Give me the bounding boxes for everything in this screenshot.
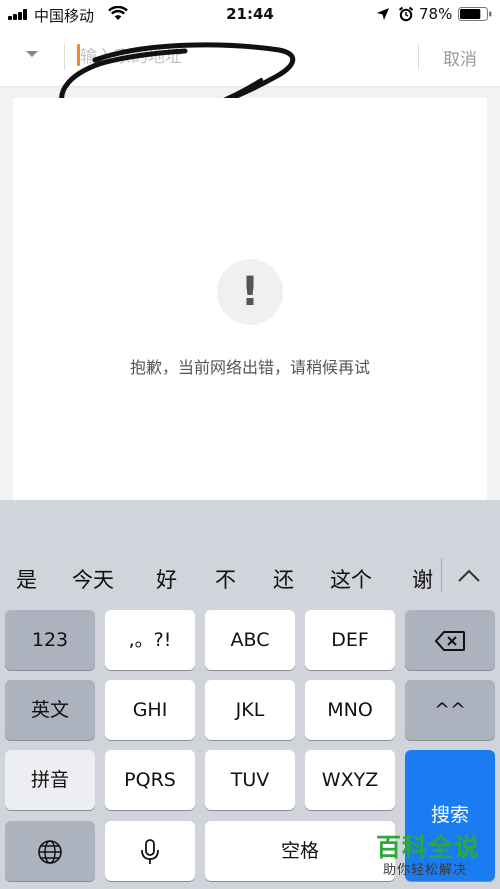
chevron-down-icon[interactable] xyxy=(26,51,38,57)
key-abc[interactable]: ABC xyxy=(205,610,295,670)
key-pqrs[interactable]: PQRS xyxy=(105,750,195,810)
candidate-word[interactable]: 今天 xyxy=(72,564,114,594)
key-punctuation[interactable]: ,。?! xyxy=(105,610,195,670)
battery-percent: 78% xyxy=(419,5,453,23)
key-123[interactable]: 123 xyxy=(5,610,95,670)
divider xyxy=(418,44,419,70)
candidate-word[interactable]: 好 xyxy=(156,564,177,594)
candidate-word[interactable]: 不 xyxy=(215,564,236,594)
delete-key[interactable] xyxy=(405,610,495,670)
globe-key[interactable] xyxy=(5,821,95,881)
key-def[interactable]: DEF xyxy=(305,610,395,670)
key-wxyz[interactable]: WXYZ xyxy=(305,750,395,810)
microphone-key[interactable] xyxy=(105,821,195,881)
key-ghi[interactable]: GHI xyxy=(105,680,195,740)
microphone-icon xyxy=(141,838,159,864)
candidate-word[interactable]: 谢 xyxy=(412,564,433,594)
space-key[interactable]: 空格 xyxy=(205,821,395,881)
search-header: 取消 xyxy=(0,28,500,86)
key-english[interactable]: 英文 xyxy=(5,680,95,740)
alarm-icon xyxy=(398,6,414,22)
divider xyxy=(441,558,442,592)
candidate-bar: 是 今天 好 不 还 这个 谢 xyxy=(0,544,500,606)
status-bar: 中国移动 21:44 78% xyxy=(0,0,500,28)
location-icon xyxy=(377,8,389,20)
chevron-up-icon[interactable] xyxy=(456,568,482,584)
globe-icon xyxy=(38,839,62,864)
candidate-word[interactable]: 是 xyxy=(16,564,37,594)
key-mno[interactable]: MNO xyxy=(305,680,395,740)
backspace-icon xyxy=(434,630,465,651)
address-search-input[interactable] xyxy=(76,42,400,72)
divider xyxy=(64,44,65,70)
text-cursor xyxy=(77,44,80,66)
key-tuv[interactable]: TUV xyxy=(205,750,295,810)
candidate-word[interactable]: 还 xyxy=(273,564,294,594)
key-emoticon[interactable]: ^^ xyxy=(405,680,495,740)
cancel-button[interactable]: 取消 xyxy=(430,45,490,70)
key-jkl[interactable]: JKL xyxy=(205,680,295,740)
error-icon: ! xyxy=(217,259,283,325)
error-message: 抱歉，当前网络出错，请稍候再试 xyxy=(129,358,370,377)
watermark-subtitle: 助你轻松解决 xyxy=(383,863,468,878)
candidate-word[interactable]: 这个 xyxy=(330,564,372,594)
battery-icon xyxy=(458,7,492,21)
key-pinyin[interactable]: 拼音 xyxy=(5,750,95,810)
content-card: ! 抱歉，当前网络出错，请稍候再试 xyxy=(13,98,487,500)
